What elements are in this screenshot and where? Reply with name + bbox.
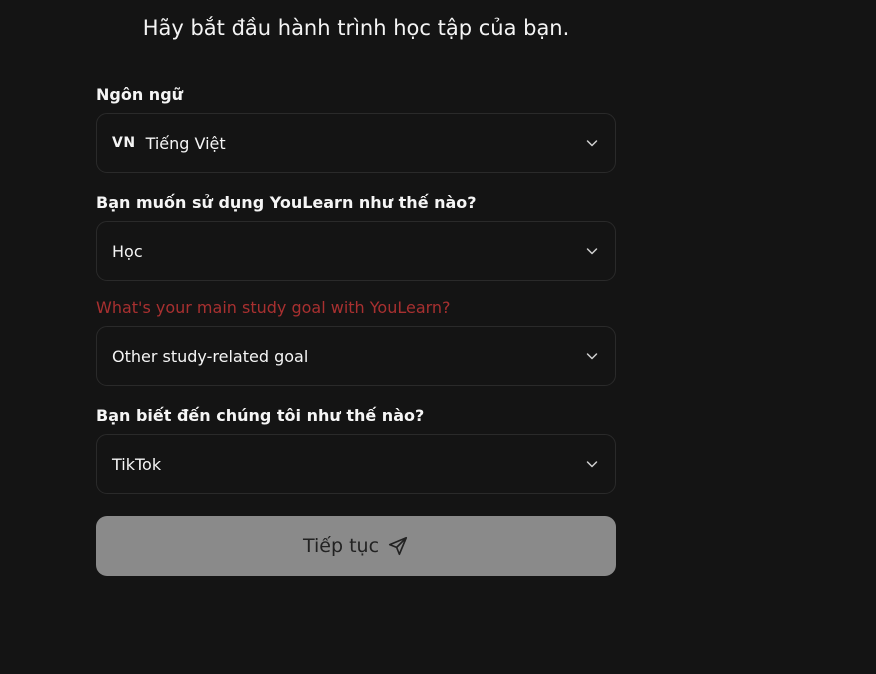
referral-select[interactable]: TikTok bbox=[96, 434, 616, 494]
chevron-down-icon bbox=[585, 349, 599, 363]
send-icon bbox=[387, 535, 409, 557]
language-label: Ngôn ngữ bbox=[96, 85, 184, 104]
continue-button-label: Tiếp tục bbox=[302, 535, 380, 557]
page-title: Hãy bắt đầu hành trình học tập của bạn. bbox=[142, 16, 570, 40]
language-field: Ngôn ngữ VN Tiếng Việt bbox=[96, 84, 616, 173]
study-goal-value: Other study-related goal bbox=[112, 346, 309, 366]
chevron-down-icon bbox=[585, 244, 599, 258]
chevron-down-icon bbox=[585, 136, 599, 150]
language-select-value-wrap: VN Tiếng Việt bbox=[112, 134, 585, 153]
referral-field: Bạn biết đến chúng tôi như thế nào? TikT… bbox=[96, 405, 616, 494]
study-goal-select[interactable]: Other study-related goal bbox=[96, 326, 616, 386]
language-value: Tiếng Việt bbox=[145, 133, 226, 153]
usage-select[interactable]: Học bbox=[96, 221, 616, 281]
onboarding-page: Hãy bắt đầu hành trình học tập của bạn. … bbox=[0, 0, 876, 674]
flag-code: VN bbox=[112, 135, 136, 151]
onboarding-form: Ngôn ngữ VN Tiếng Việt Bạn muốn sử dụng … bbox=[96, 84, 616, 510]
referral-label: Bạn biết đến chúng tôi như thế nào? bbox=[96, 406, 425, 425]
study-goal-field: What's your main study goal with YouLear… bbox=[96, 297, 616, 386]
language-select[interactable]: VN Tiếng Việt bbox=[96, 113, 616, 173]
chevron-down-icon bbox=[585, 457, 599, 471]
usage-value: Học bbox=[112, 241, 143, 261]
referral-value: TikTok bbox=[112, 454, 162, 474]
usage-label: Bạn muốn sử dụng YouLearn như thế nào? bbox=[96, 193, 477, 212]
study-goal-label: What's your main study goal with YouLear… bbox=[96, 298, 451, 317]
usage-field: Bạn muốn sử dụng YouLearn như thế nào? H… bbox=[96, 192, 616, 281]
continue-button[interactable]: Tiếp tục bbox=[96, 516, 616, 576]
